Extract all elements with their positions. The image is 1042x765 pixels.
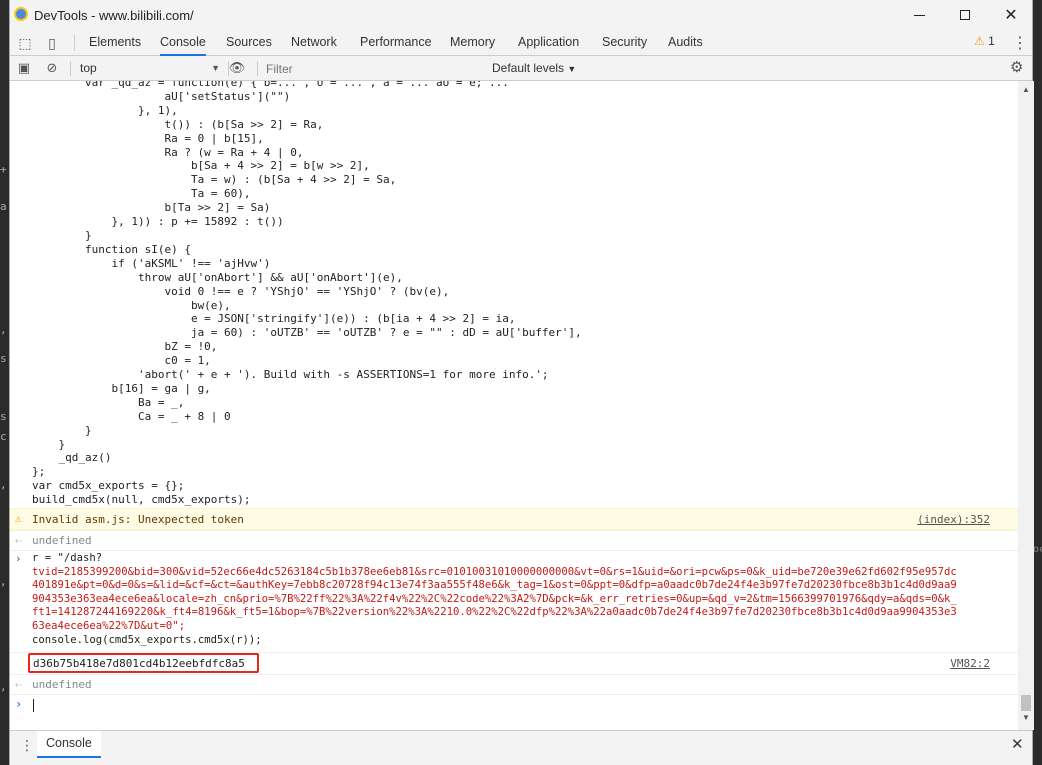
close-icon: ✕ [1004, 7, 1018, 24]
tab-sources[interactable]: Sources [226, 30, 272, 56]
close-window-button[interactable]: ✕ [989, 0, 1033, 30]
window-title: DevTools - www.bilibili.com/ [34, 8, 194, 23]
devtools-window: DevTools - www.bilibili.com/ ✕ ⬚ ▯ Eleme… [9, 0, 1034, 765]
text-cursor [33, 699, 34, 712]
background-editor-right: oc [1033, 0, 1042, 765]
warning-count: 1 [988, 34, 995, 48]
gear-icon[interactable]: ⚙ [1010, 58, 1023, 76]
context-selector[interactable]: top ▼ [76, 59, 224, 78]
log-levels-label: Default levels [492, 61, 565, 75]
code-text: var _qd_az = function(e) { b=... , U = .… [32, 81, 582, 507]
tab-performance[interactable]: Performance [360, 30, 432, 56]
scroll-up-icon[interactable]: ▲ [1022, 85, 1030, 94]
input-code: r = "/dash? tvid=2185399200&bid=300&vid=… [32, 552, 957, 647]
minimize-icon [913, 14, 925, 16]
caret-down-icon: ▼ [567, 64, 577, 74]
close-drawer-icon[interactable]: ✕ [1011, 735, 1024, 753]
maximize-button[interactable] [943, 0, 987, 30]
scrollbar-thumb[interactable] [1021, 695, 1031, 711]
maximize-icon [960, 10, 970, 20]
result-undefined: ⇠ undefined [10, 530, 1018, 550]
input-url-string: tvid=2185399200&bid=300&vid=52ec66e4dc52… [32, 565, 957, 632]
tab-console[interactable]: Console [160, 30, 206, 56]
console-scrollbar[interactable]: ▲ ▼ [1018, 81, 1034, 730]
result-text: undefined [32, 534, 92, 547]
result-undefined: ⇠ undefined [10, 674, 1018, 694]
minimize-button[interactable] [897, 0, 941, 30]
scroll-down-icon[interactable]: ▼ [1022, 713, 1030, 722]
log-levels-dropdown[interactable]: Default levels ▼ [492, 59, 576, 78]
divider [74, 35, 75, 51]
drawer-bar: ⋮ Console ✕ [10, 730, 1032, 765]
filter-input[interactable] [262, 59, 486, 78]
warning-icon: ⚠ [15, 512, 22, 525]
warning-icon: ⚠ [974, 34, 985, 48]
tab-audits[interactable]: Audits [668, 30, 703, 56]
chevron-down-icon: ▼ [211, 63, 220, 73]
chrome-icon [14, 7, 28, 21]
live-expression-eye-icon[interactable]: 👁 [228, 59, 246, 77]
clear-console-icon[interactable]: ⊘ [43, 59, 61, 77]
device-toolbar-icon[interactable]: ▯ [43, 34, 61, 52]
background-editor-left: + a, s) s c ,,, [0, 0, 13, 765]
input-line: r = "/dash? [32, 552, 103, 564]
more-options-icon[interactable]: ⋮ [1012, 33, 1028, 53]
drawer-tab-console[interactable]: Console [37, 731, 101, 758]
warning-message: ⚠ Invalid asm.js: Unexpected token (inde… [10, 508, 1018, 530]
prompt-chevron-icon: › [15, 697, 23, 711]
input-log-call: console.log(cmd5x_exports.cmd5x(r)); [32, 633, 262, 646]
devtools-tab-bar: ⬚ ▯ Elements Console Sources Network Per… [10, 30, 1032, 56]
tab-security[interactable]: Security [602, 30, 647, 56]
result-arrow-icon: ⇠ [15, 534, 22, 547]
tab-memory[interactable]: Memory [450, 30, 495, 56]
console-output[interactable]: var _qd_az = function(e) { b=... , U = .… [10, 81, 1018, 730]
sidebar-toggle-icon[interactable]: ▣ [15, 59, 33, 77]
input-chevron-icon: › [15, 552, 22, 565]
title-bar: DevTools - www.bilibili.com/ ✕ [10, 0, 1032, 30]
result-text: undefined [32, 678, 92, 691]
log-output-row: d36b75b418e7d801cd4b12eebfdfc8a5 VM82:2 [10, 652, 1018, 674]
context-value: top [80, 61, 97, 75]
console-prompt[interactable]: › [10, 694, 1018, 714]
divider [70, 61, 71, 76]
tab-application[interactable]: Application [518, 30, 579, 56]
drawer-menu-icon[interactable]: ⋮ [20, 737, 34, 754]
log-output-value: d36b75b418e7d801cd4b12eebfdfc8a5 [33, 657, 245, 670]
tab-elements[interactable]: Elements [89, 30, 141, 56]
inspect-element-icon[interactable]: ⬚ [16, 34, 34, 52]
result-arrow-icon: ⇠ [15, 678, 22, 691]
warning-source-link[interactable]: (index):352 [917, 513, 990, 526]
tab-network[interactable]: Network [291, 30, 337, 56]
input-command: › r = "/dash? tvid=2185399200&bid=300&vi… [10, 550, 1018, 652]
warning-text: Invalid asm.js: Unexpected token [32, 513, 244, 526]
console-toolbar: ▣ ⊘ top ▼ 👁 Default levels ▼ ⚙ [10, 56, 1032, 81]
log-source-link[interactable]: VM82:2 [950, 657, 990, 670]
divider [257, 61, 258, 76]
evaluated-code-block: var _qd_az = function(e) { b=... , U = .… [10, 81, 1018, 507]
warning-counter[interactable]: ⚠ 1 [974, 34, 995, 48]
